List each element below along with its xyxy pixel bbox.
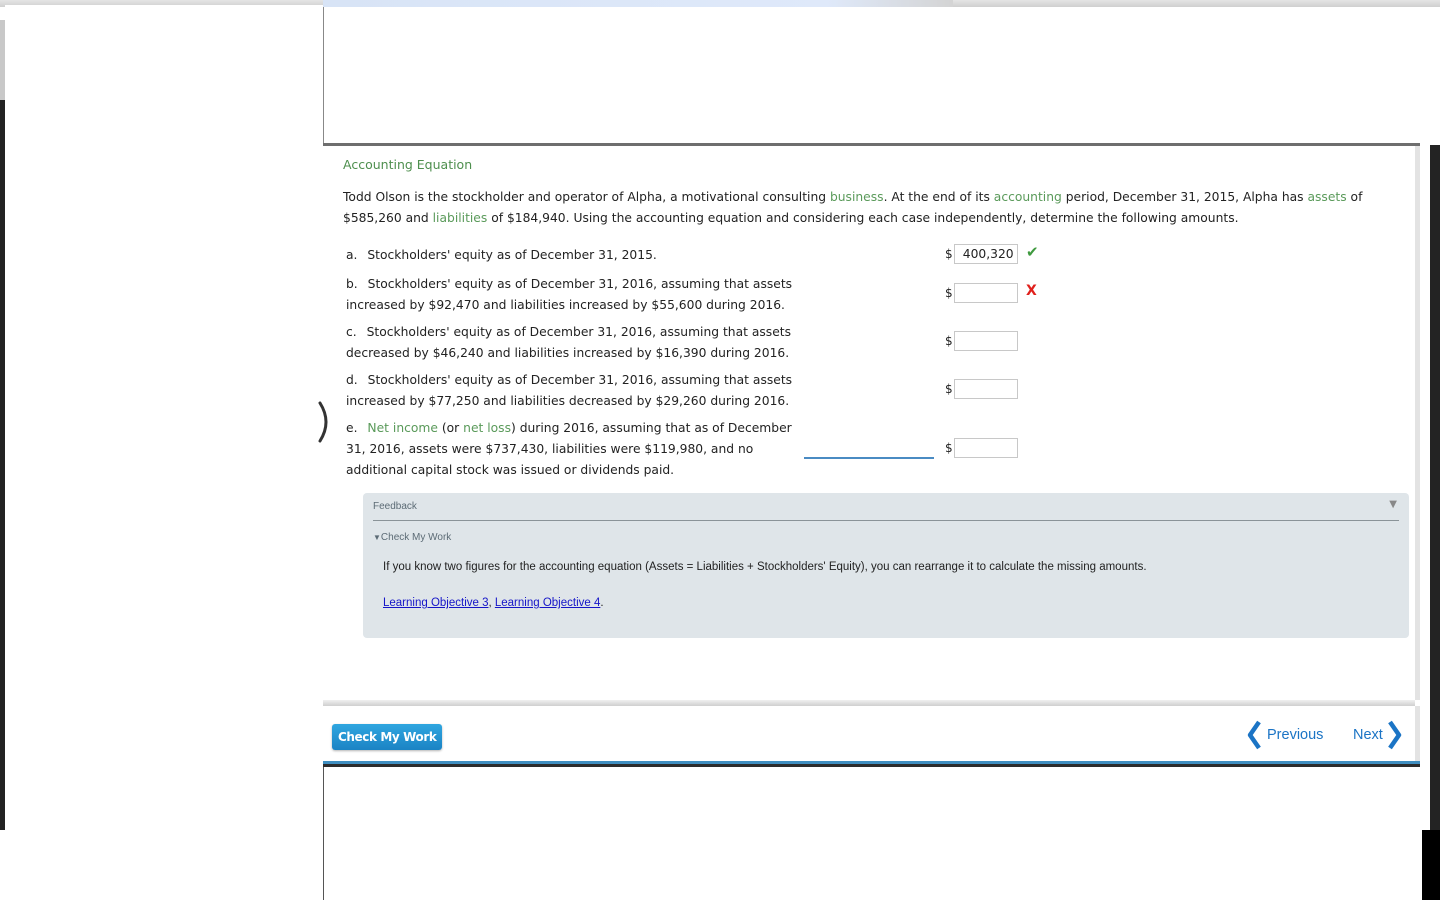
window-edge-right: [1422, 830, 1440, 900]
question-label: c.: [346, 325, 357, 339]
question-label: a.: [346, 248, 358, 262]
question-panel: Accounting Equation Todd Olson is the st…: [323, 146, 1420, 700]
answer-e: $: [945, 438, 1018, 458]
intro-text: . At the end of its: [883, 190, 994, 204]
question-b: b. Stockholders' equity as of December 3…: [346, 274, 796, 316]
learning-objective-links: Learning Objective 3, Learning Objective…: [383, 597, 604, 609]
next-label: Next: [1353, 727, 1383, 743]
answer-d: $: [945, 379, 1018, 399]
glossary-link-business[interactable]: business: [830, 190, 884, 204]
glossary-link-liabilities[interactable]: liabilities: [433, 211, 488, 225]
chevron-right-icon: [1387, 720, 1402, 750]
problem-statement: Todd Olson is the stockholder and operat…: [343, 187, 1413, 229]
question-c: c. Stockholders' equity as of December 3…: [346, 322, 796, 364]
previous-button[interactable]: Previous: [1246, 720, 1323, 750]
focus-underline: [804, 457, 934, 459]
answer-b: $: [945, 283, 1018, 303]
answer-input-b[interactable]: [953, 283, 1018, 303]
question-label: b.: [346, 277, 358, 291]
answer-c: $: [945, 331, 1018, 351]
check-my-work-button[interactable]: Check My Work: [332, 724, 443, 750]
panel-title: Accounting Equation: [343, 157, 473, 172]
question-d: d. Stockholders' equity as of December 3…: [346, 370, 796, 412]
chevron-left-icon: [1247, 720, 1261, 750]
link-end: .: [600, 597, 604, 609]
top-frame: [323, 7, 1440, 145]
question-text: Stockholders' equity as of December 31, …: [346, 325, 792, 360]
currency-symbol: $: [945, 382, 953, 396]
feedback-panel: Feedback ▼ ▼Check My Work If you know tw…: [363, 493, 1409, 638]
answer-a: $: [945, 244, 1018, 264]
question-label: e.: [346, 421, 358, 435]
learning-objective-3-link[interactable]: Learning Objective 3: [383, 597, 488, 609]
check-my-work-section-toggle[interactable]: ▼Check My Work: [373, 532, 451, 543]
answer-input-d[interactable]: [953, 379, 1018, 399]
answer-input-e[interactable]: [953, 438, 1018, 458]
currency-symbol: $: [945, 334, 953, 348]
scrollbar-track[interactable]: [1430, 145, 1440, 900]
question-text: (or: [437, 421, 464, 435]
feedback-text: If you know two figures for the accounti…: [383, 561, 1147, 573]
feedback-divider: [373, 520, 1399, 521]
currency-symbol: $: [945, 286, 953, 300]
glossary-link-accounting[interactable]: accounting: [994, 190, 1062, 204]
question-e: e. Net income (or net loss) during 2016,…: [346, 418, 796, 481]
glossary-link-assets[interactable]: assets: [1307, 190, 1346, 204]
correct-check-icon: ✔: [1026, 243, 1039, 261]
blank-sidebar: [5, 5, 323, 900]
glossary-link-net-loss[interactable]: net loss: [463, 421, 511, 435]
question-text: Stockholders' equity as of December 31, …: [367, 248, 657, 262]
learning-objective-4-link[interactable]: Learning Objective 4: [495, 597, 600, 609]
question-a: a. Stockholders' equity as of December 3…: [346, 245, 796, 266]
collapse-handle-icon[interactable]: [316, 401, 334, 443]
question-text: Stockholders' equity as of December 31, …: [346, 373, 793, 408]
bottom-frame: [323, 767, 1422, 900]
previous-label: Previous: [1267, 727, 1324, 743]
intro-text: period, December 31, 2015, Alpha has: [1061, 190, 1308, 204]
glossary-link-net-income[interactable]: Net income: [367, 421, 438, 435]
intro-text: of $184,940. Using the accounting equati…: [487, 211, 1239, 225]
incorrect-x-icon: X: [1026, 283, 1037, 299]
question-text: Stockholders' equity as of December 31, …: [346, 277, 793, 312]
bottom-toolbar: Check My Work Previous Next: [323, 706, 1420, 761]
feedback-heading: Feedback: [373, 501, 417, 512]
next-button[interactable]: Next: [1353, 720, 1403, 750]
answer-input-c[interactable]: [953, 331, 1018, 351]
expand-triangle-icon: ▼: [373, 533, 381, 542]
answer-input-a[interactable]: [953, 244, 1018, 264]
question-label: d.: [346, 373, 358, 387]
app-menu-highlight: [323, 0, 953, 7]
currency-symbol: $: [945, 247, 953, 261]
intro-text: Todd Olson is the stockholder and operat…: [343, 190, 830, 204]
collapse-triangle-icon[interactable]: ▼: [1389, 499, 1397, 510]
currency-symbol: $: [945, 441, 953, 455]
section-label: Check My Work: [380, 532, 452, 543]
